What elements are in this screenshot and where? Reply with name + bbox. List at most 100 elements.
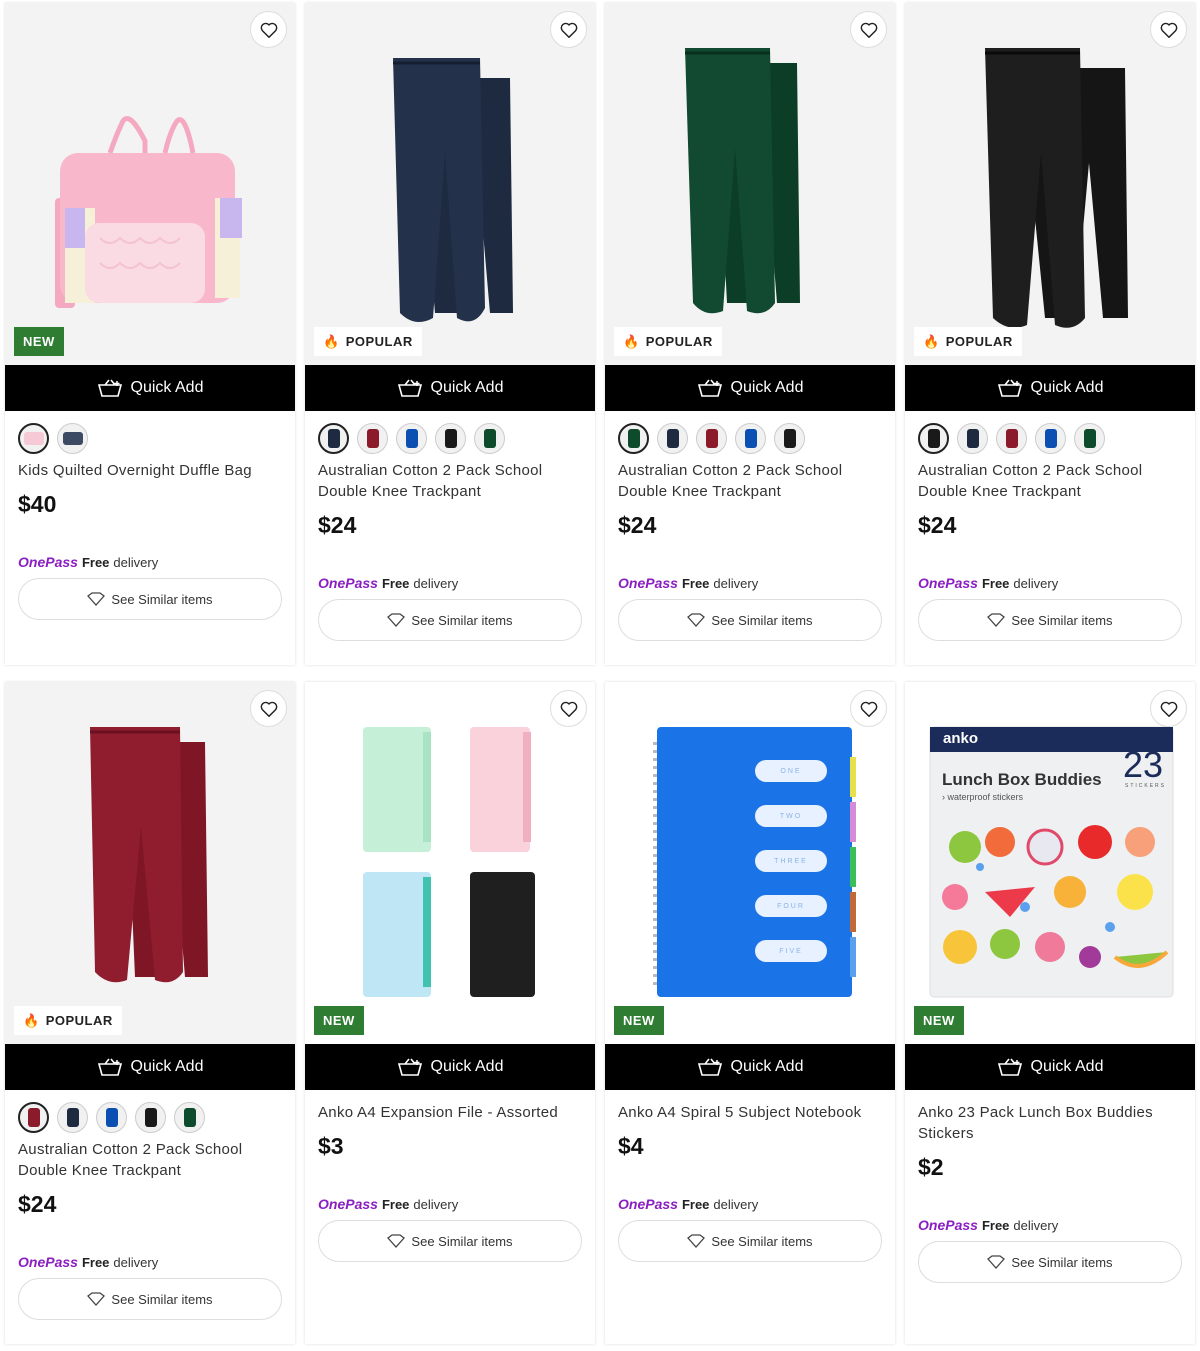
product-price: $24: [618, 512, 657, 538]
wishlist-button[interactable]: [850, 11, 887, 48]
quick-add-label: Quick Add: [430, 1058, 504, 1075]
product-image[interactable]: NEW: [5, 3, 295, 365]
swatch-black[interactable]: [435, 423, 466, 454]
swatch-green[interactable]: [174, 1102, 205, 1133]
quick-add-button[interactable]: Quick Add: [5, 365, 295, 411]
swatch-green[interactable]: [1074, 423, 1105, 454]
free-label: Free: [681, 1197, 710, 1212]
spiral-notebook-image: [653, 727, 856, 997]
product-name[interactable]: Kids Quilted Overnight Duffle Bag: [18, 460, 282, 481]
product-card[interactable]: 🔥 POPULAR Quick Add Australian Cotton 2 P…: [5, 682, 295, 1344]
product-card[interactable]: NEW Quick Add Anko A4 Expansion File - A…: [305, 682, 595, 1344]
swatch-navy[interactable]: [957, 423, 988, 454]
swatch-maroon[interactable]: [18, 1102, 49, 1133]
product-info: Kids Quilted Overnight Duffle Bag $40 On…: [5, 411, 295, 632]
swatch-black[interactable]: [774, 423, 805, 454]
quick-add-button[interactable]: Quick Add: [605, 365, 895, 411]
swatch-pink[interactable]: [18, 423, 49, 454]
wishlist-button[interactable]: [1150, 690, 1187, 727]
swatch-blue[interactable]: [735, 423, 766, 454]
new-badge: NEW: [14, 327, 64, 356]
wishlist-button[interactable]: [850, 690, 887, 727]
product-card[interactable]: NEW Quick Add Kids Quilted Overnight Duf…: [5, 3, 295, 665]
product-card[interactable]: anko Lunch Box Buddies › waterproof stic…: [905, 682, 1195, 1344]
product-name[interactable]: Australian Cotton 2 Pack School Double K…: [618, 460, 882, 502]
see-similar-button[interactable]: See Similar items: [318, 599, 582, 641]
quick-add-button[interactable]: Quick Add: [305, 1044, 595, 1090]
wishlist-button[interactable]: [550, 690, 587, 727]
sticker-pack-subtitle: › waterproof stickers: [942, 792, 1024, 802]
notebook-tab-label: FIVE: [755, 940, 827, 962]
swatch-blue[interactable]: [96, 1102, 127, 1133]
expansion-file-image: [363, 727, 535, 997]
quick-add-button[interactable]: Quick Add: [605, 1044, 895, 1090]
product-price: $24: [318, 512, 357, 538]
product-name[interactable]: Anko 23 Pack Lunch Box Buddies Stickers: [918, 1102, 1182, 1144]
wishlist-button[interactable]: [250, 11, 287, 48]
product-info: Anko A4 Expansion File - Assorted $3 One…: [305, 1090, 595, 1274]
wishlist-button[interactable]: [550, 11, 587, 48]
product-card[interactable]: 🔥 POPULAR Quick Add Australian Cotton 2 P…: [605, 3, 895, 665]
delivery-label: delivery: [113, 1255, 159, 1270]
sticker-pack-count: 23: [1123, 744, 1164, 785]
new-badge: NEW: [614, 1006, 664, 1035]
swatch-maroon[interactable]: [996, 423, 1027, 454]
quick-add-label: Quick Add: [1030, 1058, 1104, 1075]
product-card[interactable]: 🔥 POPULAR Quick Add Australian Cotton 2 P…: [305, 3, 595, 665]
product-info: Anko 23 Pack Lunch Box Buddies Stickers …: [905, 1090, 1195, 1295]
onepass-delivery: OnePass Free delivery: [618, 575, 882, 591]
swatch-navy[interactable]: [318, 423, 349, 454]
see-similar-label: See Similar items: [411, 612, 513, 628]
product-image[interactable]: ONE TWO THREE FOUR FIVE NEW: [605, 682, 895, 1044]
quick-add-button[interactable]: Quick Add: [905, 1044, 1195, 1090]
wishlist-button[interactable]: [250, 690, 287, 727]
popular-badge: 🔥 POPULAR: [614, 327, 722, 356]
product-name[interactable]: Australian Cotton 2 Pack School Double K…: [918, 460, 1182, 502]
product-name[interactable]: Australian Cotton 2 Pack School Double K…: [318, 460, 582, 502]
delivery-label: delivery: [713, 1197, 759, 1212]
wishlist-button[interactable]: [1150, 11, 1187, 48]
swatch-blue[interactable]: [1035, 423, 1066, 454]
see-similar-button[interactable]: See Similar items: [318, 1220, 582, 1262]
quick-add-label: Quick Add: [130, 379, 204, 396]
swatch-navy[interactable]: [57, 423, 88, 454]
product-image[interactable]: 🔥 POPULAR: [305, 3, 595, 365]
swatch-green[interactable]: [618, 423, 649, 454]
see-similar-button[interactable]: See Similar items: [18, 578, 282, 620]
see-similar-button[interactable]: See Similar items: [618, 1220, 882, 1262]
see-similar-button[interactable]: See Similar items: [18, 1278, 282, 1320]
basket-icon: [397, 1058, 423, 1076]
swatch-black[interactable]: [918, 423, 949, 454]
basket-icon: [97, 1058, 123, 1076]
product-image[interactable]: anko Lunch Box Buddies › waterproof stic…: [905, 682, 1195, 1044]
swatch-blue[interactable]: [396, 423, 427, 454]
see-similar-button[interactable]: See Similar items: [918, 1241, 1182, 1283]
quick-add-button[interactable]: Quick Add: [905, 365, 1195, 411]
product-card[interactable]: 🔥 POPULAR Quick Add Australian Cotton 2 P…: [905, 3, 1195, 665]
product-card[interactable]: ONE TWO THREE FOUR FIVE NEW Quick Add An…: [605, 682, 895, 1344]
see-similar-button[interactable]: See Similar items: [618, 599, 882, 641]
product-price: $2: [918, 1154, 944, 1180]
product-image[interactable]: 🔥 POPULAR: [905, 3, 1195, 365]
swatch-maroon[interactable]: [696, 423, 727, 454]
quick-add-button[interactable]: Quick Add: [305, 365, 595, 411]
product-image[interactable]: 🔥 POPULAR: [605, 3, 895, 365]
product-image[interactable]: 🔥 POPULAR: [5, 682, 295, 1044]
product-name[interactable]: Australian Cotton 2 Pack School Double K…: [18, 1139, 282, 1181]
swatch-black[interactable]: [135, 1102, 166, 1133]
color-swatches: [618, 423, 882, 454]
swatch-green[interactable]: [474, 423, 505, 454]
product-image[interactable]: NEW: [305, 682, 595, 1044]
swatch-navy[interactable]: [57, 1102, 88, 1133]
onepass-delivery: OnePass Free delivery: [18, 1254, 282, 1270]
product-name[interactable]: Anko A4 Expansion File - Assorted: [318, 1102, 582, 1123]
quick-add-button[interactable]: Quick Add: [5, 1044, 295, 1090]
onepass-logo: OnePass: [318, 575, 378, 591]
product-name[interactable]: Anko A4 Spiral 5 Subject Notebook: [618, 1102, 882, 1123]
flame-icon: 🔥: [923, 333, 940, 349]
swatch-maroon[interactable]: [357, 423, 388, 454]
product-info: Australian Cotton 2 Pack School Double K…: [305, 411, 595, 653]
color-swatches: [18, 423, 282, 454]
see-similar-button[interactable]: See Similar items: [918, 599, 1182, 641]
swatch-navy[interactable]: [657, 423, 688, 454]
